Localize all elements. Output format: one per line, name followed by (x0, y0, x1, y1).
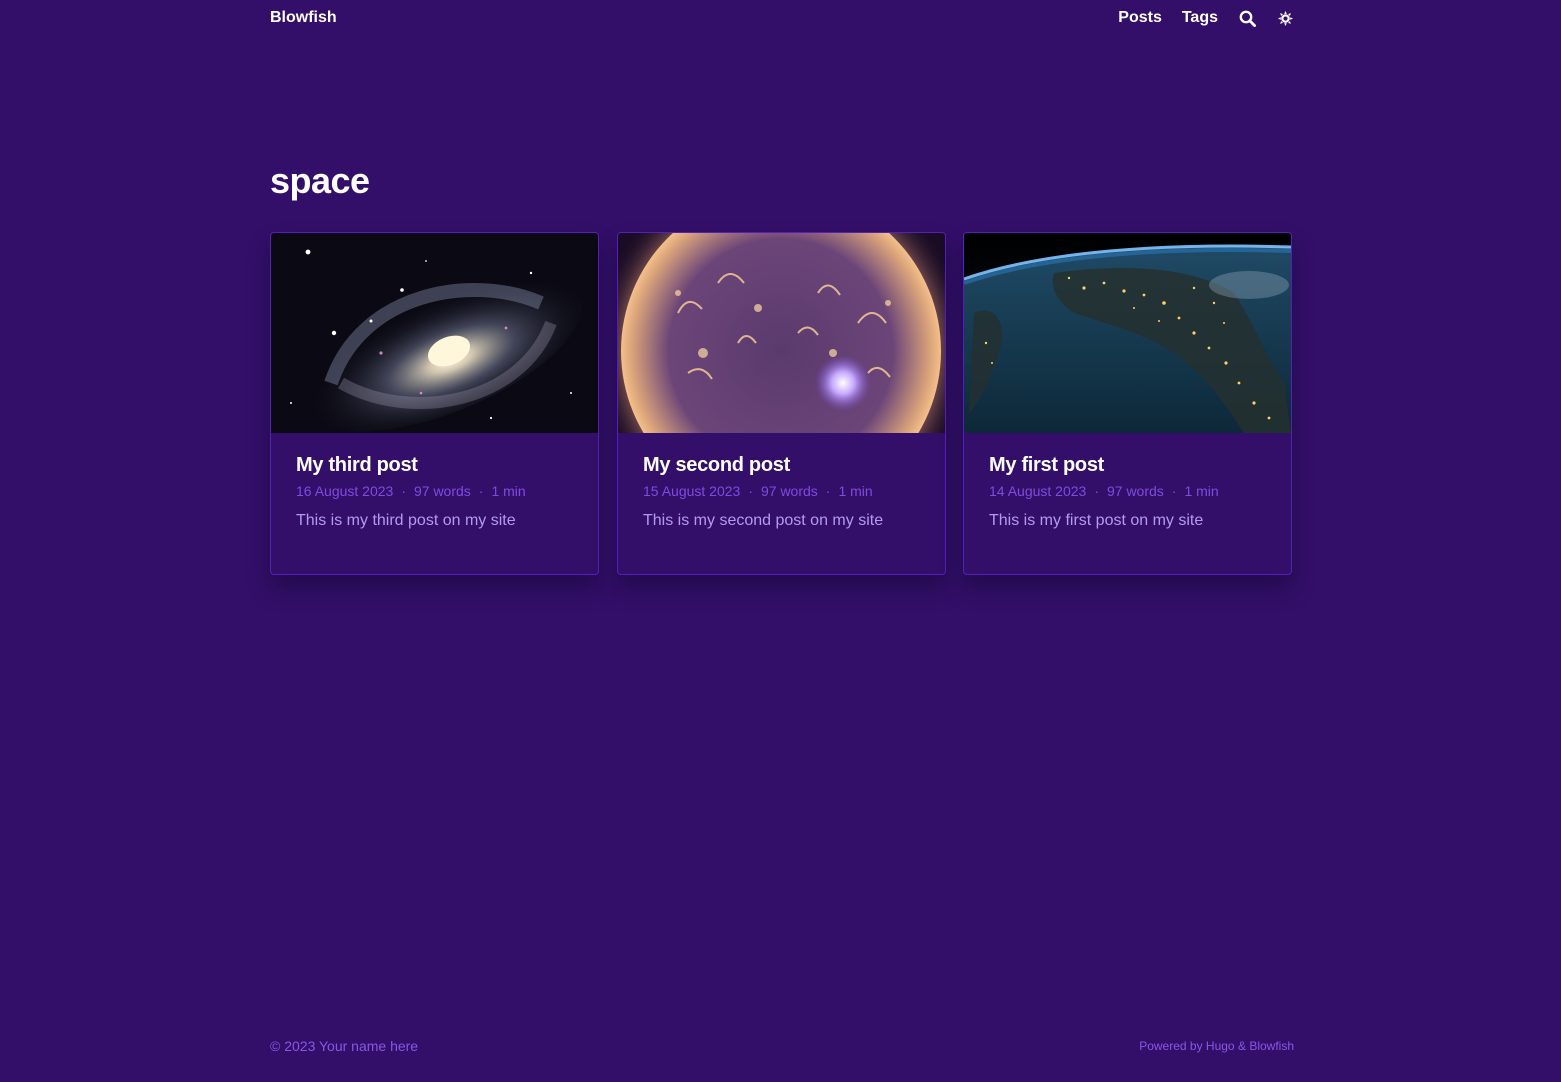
meta-separator: · (825, 483, 831, 499)
page: Blowfish Posts Tags space My third post … (0, 0, 1561, 1082)
page-title: space (270, 160, 370, 201)
nav-posts-link[interactable]: Posts (1118, 0, 1162, 36)
post-card-first[interactable]: My first post 14 August 2023 · 97 words · 1 … (963, 232, 1292, 575)
post-meta: 16 August 2023 · 97 words · 1 min (296, 481, 573, 501)
footer-copyright: © 2023 Your name here (270, 1038, 419, 1054)
post-reading-time: 1 min (838, 483, 873, 499)
post-reading-time: 1 min (491, 483, 526, 499)
footer-powered-by: Powered by Hugo & Blowfish (1139, 1037, 1294, 1055)
nav-tags-link[interactable]: Tags (1182, 0, 1218, 36)
post-date: 15 August 2023 (643, 483, 741, 499)
post-meta: 15 August 2023 · 97 words · 1 min (643, 481, 920, 501)
spiral-galaxy-image (271, 233, 598, 433)
meta-separator: · (1094, 483, 1099, 499)
post-word-count: 97 words (413, 483, 471, 499)
meta-separator: · (401, 483, 406, 499)
post-title[interactable]: My third post (296, 451, 573, 479)
main-nav: Posts Tags (1118, 0, 1294, 36)
powered-by-label: Powered by (1139, 1039, 1203, 1053)
post-card-list: My third post 16 August 2023 · 97 words · 1 … (270, 232, 1294, 575)
post-title[interactable]: My first post (989, 451, 1266, 479)
post-date: 14 August 2023 (989, 483, 1087, 499)
post-word-count: 97 words (1106, 483, 1164, 499)
card-body: My third post 16 August 2023 · 97 words · 1 … (271, 433, 598, 533)
sun-flares-image (618, 233, 945, 433)
post-card-third[interactable]: My third post 16 August 2023 · 97 words · 1 … (270, 232, 599, 575)
sun-icon[interactable] (1276, 9, 1294, 27)
post-title[interactable]: My second post (643, 451, 920, 479)
meta-separator: · (748, 483, 753, 499)
search-icon[interactable] (1238, 9, 1256, 27)
post-reading-time: 1 min (1184, 483, 1219, 499)
earth-at-night-image (964, 233, 1291, 433)
post-summary: This is my second post on my site (643, 512, 884, 529)
post-summary: This is my third post on my site (296, 512, 516, 529)
card-body: My first post 14 August 2023 · 97 words · 1 … (964, 433, 1291, 533)
post-meta: 14 August 2023 · 97 words · 1 min (989, 481, 1266, 501)
site-header: Blowfish Posts Tags (270, 0, 1294, 36)
blowfish-link[interactable]: Blowfish (1249, 1039, 1294, 1053)
post-summary: This is my first post on my site (989, 512, 1204, 529)
meta-separator: · (478, 483, 484, 499)
site-title-link[interactable]: Blowfish (270, 0, 337, 36)
post-word-count: 97 words (760, 483, 818, 499)
card-body: My second post 15 August 2023 · 97 words · 1… (618, 433, 945, 533)
ampersand: & (1237, 1039, 1246, 1053)
hugo-link[interactable]: Hugo (1206, 1039, 1235, 1053)
post-date: 16 August 2023 (296, 483, 394, 499)
meta-separator: · (1171, 483, 1177, 499)
post-card-second[interactable]: My second post 15 August 2023 · 97 words · 1… (617, 232, 946, 575)
